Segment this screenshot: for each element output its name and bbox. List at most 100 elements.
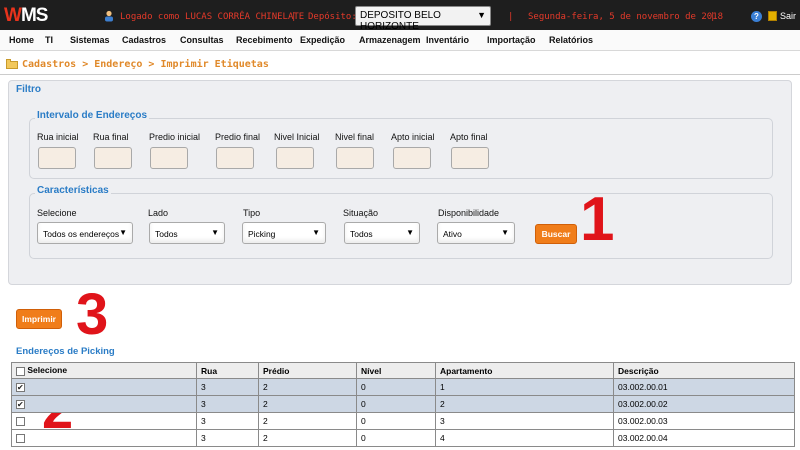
row-select-cell [11, 429, 197, 447]
situacao-label: Situação [343, 208, 379, 218]
nivel-cell: 0 [356, 412, 436, 430]
disponibilidade-select[interactable]: Ativo ▼ [437, 222, 515, 244]
predio-final-input[interactable] [216, 147, 254, 169]
row-select-cell [11, 412, 197, 430]
row-checkbox[interactable] [16, 434, 25, 444]
nivel-final-input[interactable] [336, 147, 374, 169]
nivel-cell: 0 [356, 395, 436, 413]
picking-addresses-title: Endereços de Picking [16, 346, 115, 357]
lado-label: Lado [148, 208, 169, 218]
deposit-select[interactable]: DEPOSITO BELO HORIZONTE ▼ [355, 6, 491, 32]
header-separator: | [710, 12, 716, 22]
row-checkbox[interactable] [16, 383, 25, 393]
col-header-nivel: Nível [356, 362, 436, 379]
main-menu: Home TI Sistemas Cadastros Consultas Rec… [0, 30, 800, 51]
chevron-down-icon: ▼ [211, 228, 219, 237]
search-button[interactable]: Buscar [535, 224, 577, 244]
predio-inicial-label: Predio inicial [149, 132, 201, 142]
apartamento-cell: 2 [435, 395, 614, 413]
rua-cell: 3 [196, 378, 259, 396]
select-all-checkbox[interactable] [16, 366, 25, 376]
menu-recebimento[interactable]: Recebimento [236, 35, 293, 45]
col-header-selecione: Selecione [11, 362, 197, 379]
predio-cell: 2 [258, 378, 357, 396]
table-row[interactable]: 3 2 0 4 03.002.00.04 [11, 429, 795, 447]
chevron-down-icon: ▼ [119, 228, 127, 237]
rua-final-label: Rua final [93, 132, 129, 142]
address-type-select[interactable]: Todos os endereços ▼ [37, 222, 133, 244]
tipo-select[interactable]: Picking ▼ [242, 222, 326, 244]
situacao-select[interactable]: Todos ▼ [344, 222, 420, 244]
selecione-label: Selecione [37, 208, 77, 218]
menu-inventario[interactable]: Inventário [426, 35, 469, 45]
disponibilidade-select-value: Ativo [443, 229, 462, 239]
row-select-cell [11, 395, 197, 413]
annotation-3: 3 [76, 282, 109, 347]
lado-select[interactable]: Todos ▼ [149, 222, 225, 244]
col-header-predio: Prédio [258, 362, 357, 379]
menu-sistemas[interactable]: Sistemas [70, 35, 110, 45]
menu-consultas[interactable]: Consultas [180, 35, 224, 45]
menu-armazenagem[interactable]: Armazenagem [359, 35, 421, 45]
predio-final-label: Predio final [215, 132, 261, 142]
rua-final-input[interactable] [94, 147, 132, 169]
predio-inicial-input[interactable] [150, 147, 188, 169]
rua-cell: 3 [196, 395, 259, 413]
apto-inicial-input[interactable] [393, 147, 431, 169]
help-icon[interactable]: ? [751, 11, 762, 22]
logged-user-text: Logado como LUCAS CORRÊA CHINELATE [120, 12, 305, 22]
nivel-final-label: Nivel final [335, 132, 375, 142]
col-header-descricao: Descrição [613, 362, 795, 379]
apartamento-cell: 4 [435, 429, 614, 447]
chevron-down-icon: ▼ [477, 10, 486, 20]
nivel-inicial-label: Nivel Inicial [274, 132, 320, 142]
nivel-cell: 0 [356, 378, 436, 396]
header-separator: | [508, 12, 514, 22]
user-icon [105, 10, 113, 22]
rua-cell: 3 [196, 412, 259, 430]
deposit-select-value: DEPOSITO BELO HORIZONTE [360, 10, 441, 32]
table-row[interactable]: 3 2 0 3 03.002.00.03 [11, 412, 795, 430]
picking-addresses-table: Selecione Rua Prédio Nível Apartamento D… [11, 362, 795, 447]
menu-expedicao[interactable]: Expedição [300, 35, 345, 45]
exit-link[interactable]: Sair [780, 11, 796, 21]
date-text: Segunda-feira, 5 de novembro de 2018 [528, 12, 724, 22]
apartamento-cell: 3 [435, 412, 614, 430]
menu-ti[interactable]: TI [45, 35, 53, 45]
rua-inicial-input[interactable] [38, 147, 76, 169]
apto-inicial-label: Apto inicial [391, 132, 435, 142]
table-row[interactable]: 3 2 0 1 03.002.00.01 [11, 378, 795, 396]
apto-final-label: Apto final [450, 132, 488, 142]
rua-inicial-label: Rua inicial [37, 132, 79, 142]
row-select-cell [11, 378, 197, 396]
nivel-inicial-input[interactable] [276, 147, 314, 169]
row-checkbox[interactable] [16, 400, 25, 410]
characteristics-legend: Características [35, 185, 111, 196]
nivel-cell: 0 [356, 429, 436, 447]
disponibilidade-label: Disponibilidade [438, 208, 500, 218]
address-type-select-value: Todos os endereços [43, 229, 120, 239]
menu-cadastros[interactable]: Cadastros [122, 35, 166, 45]
descricao-cell: 03.002.00.03 [613, 412, 795, 430]
predio-cell: 2 [258, 429, 357, 447]
menu-importacao[interactable]: Importação [487, 35, 536, 45]
apartamento-cell: 1 [435, 378, 614, 396]
predio-cell: 2 [258, 395, 357, 413]
chevron-down-icon: ▼ [312, 228, 320, 237]
exit-icon[interactable] [768, 11, 777, 21]
app-logo[interactable]: WMS [4, 5, 48, 27]
menu-relatorios[interactable]: Relatórios [549, 35, 593, 45]
descricao-cell: 03.002.00.01 [613, 378, 795, 396]
address-interval-legend: Intervalo de Endereços [35, 110, 150, 121]
deposit-label: Depósito: [308, 12, 357, 22]
apto-final-input[interactable] [451, 147, 489, 169]
print-button[interactable]: Imprimir [16, 309, 62, 329]
breadcrumb-text: Cadastros > Endereço > Imprimir Etiqueta… [22, 59, 269, 70]
menu-home[interactable]: Home [9, 35, 34, 45]
top-bar: WMS Logado como LUCAS CORRÊA CHINELATE |… [0, 0, 800, 32]
row-checkbox[interactable] [16, 417, 25, 427]
rua-cell: 3 [196, 429, 259, 447]
descricao-cell: 03.002.00.02 [613, 395, 795, 413]
table-row[interactable]: 3 2 0 2 03.002.00.02 [11, 395, 795, 413]
predio-cell: 2 [258, 412, 357, 430]
